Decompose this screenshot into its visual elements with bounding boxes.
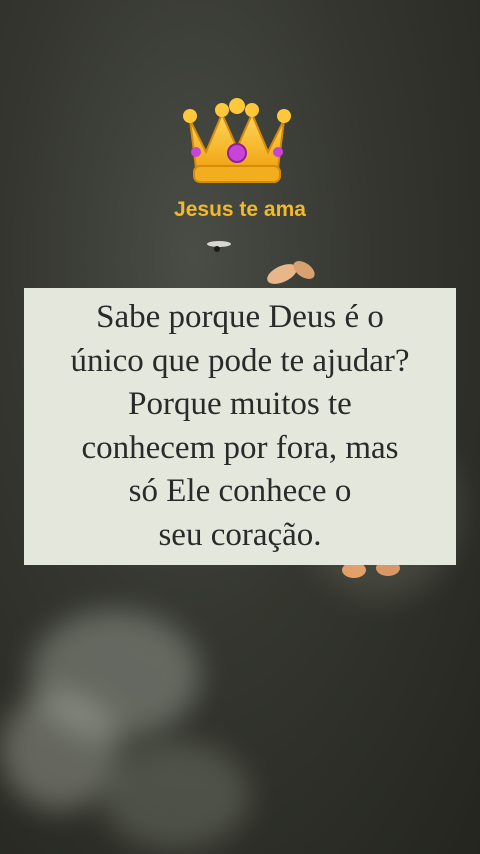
crown-icon [183, 98, 291, 183]
background-blur [100, 740, 250, 850]
bee-icon [207, 241, 231, 252]
quote-line: só Ele conhece o [128, 473, 352, 509]
brand-label: Jesus te ama [174, 198, 306, 221]
quote-text: Sabe porque Deus é o único que pode te a… [24, 296, 456, 557]
quote-line: Sabe porque Deus é o [96, 299, 384, 335]
quote-line: seu coração. [158, 516, 322, 553]
quote-line: único que pode te ajudar? [70, 342, 410, 379]
quote-line: Porque muitos te [128, 386, 352, 422]
quote-line: conhecem por fora, mas [81, 429, 399, 466]
quote-card: Sabe porque Deus é o único que pode te a… [24, 288, 456, 565]
